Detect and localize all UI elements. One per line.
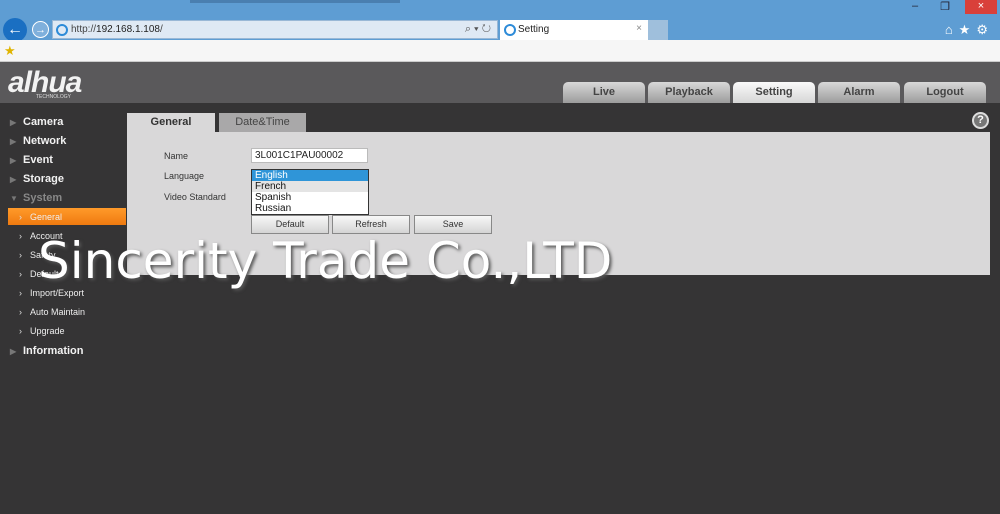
language-option-russian[interactable]: Russian xyxy=(252,203,368,214)
language-option-spanish[interactable]: Spanish xyxy=(252,192,368,203)
sidebar-item-camera[interactable]: ▶ Camera xyxy=(10,116,64,128)
language-option-english[interactable]: English xyxy=(252,170,368,181)
name-label: Name xyxy=(164,151,189,161)
expand-icon: ▶ xyxy=(10,156,17,165)
label: Camera xyxy=(23,116,64,128)
forward-button[interactable]: → xyxy=(32,21,49,38)
tab-live[interactable]: Live xyxy=(563,82,645,103)
logo-subtitle: TECHNOLOGY xyxy=(36,94,72,100)
tab-setting[interactable]: Setting xyxy=(733,82,815,103)
expand-icon: ▶ xyxy=(10,347,17,356)
minimize-button[interactable]: – xyxy=(905,0,925,14)
chevron-right-icon: › xyxy=(19,269,22,279)
url-host: 192.168.1.108 xyxy=(96,24,160,35)
expand-icon: ▶ xyxy=(10,118,17,127)
label: Auto Maintain xyxy=(30,307,86,317)
tab-general[interactable]: General xyxy=(127,113,215,132)
chevron-right-icon: › xyxy=(19,307,22,317)
label: Storage xyxy=(23,173,64,185)
label: System xyxy=(23,192,63,204)
expand-icon: ▶ xyxy=(10,175,17,184)
url-suffix: / xyxy=(159,24,163,35)
active-highlight xyxy=(8,208,126,225)
sidebar-item-storage[interactable]: ▶ Storage xyxy=(10,173,64,185)
chevron-right-icon: › xyxy=(19,288,22,298)
add-favorite-icon[interactable]: ★ xyxy=(4,43,16,59)
sidebar-sub-auto-maintain[interactable]: › Auto Maintain xyxy=(19,307,86,317)
label: Information xyxy=(23,345,84,357)
tab-alarm[interactable]: Alarm xyxy=(818,82,900,103)
tab-date-time[interactable]: Date&Time xyxy=(219,113,306,132)
label: Upgrade xyxy=(30,326,65,336)
expand-icon: ▶ xyxy=(10,137,17,146)
url-prefix: http:// xyxy=(71,24,97,35)
sidebar-item-information[interactable]: ▶ Information xyxy=(10,345,84,357)
ie-icon xyxy=(56,24,68,36)
language-option-french[interactable]: French xyxy=(252,181,368,192)
sidebar-sub-general[interactable]: › General xyxy=(19,212,63,222)
search-refresh-icons[interactable]: ⌕ ▾ ↻ xyxy=(465,23,491,36)
tab-title: Setting xyxy=(518,24,550,35)
chevron-right-icon: › xyxy=(19,326,22,336)
ie-icon xyxy=(504,24,516,36)
home-favorites-gear-icons[interactable]: ⌂★⚙ xyxy=(945,22,994,38)
chevron-right-icon: › xyxy=(19,250,22,260)
browser-tab[interactable]: Setting × xyxy=(500,20,648,40)
new-tab-button[interactable] xyxy=(648,20,668,40)
label: Network xyxy=(23,135,67,147)
name-input[interactable]: 3L001C1PAU00002 xyxy=(251,148,368,163)
chevron-right-icon: › xyxy=(19,231,22,241)
video-standard-label: Video Standard xyxy=(164,192,226,202)
sidebar-item-system[interactable]: ▼ System xyxy=(10,192,63,204)
chevron-right-icon: › xyxy=(19,212,22,222)
address-bar[interactable]: http://192.168.1.108/ ⌕ ▾ ↻ xyxy=(52,20,498,39)
language-dropdown-list[interactable]: English French Spanish Russian xyxy=(251,169,369,215)
close-button[interactable]: × xyxy=(965,0,997,14)
tab-close-icon[interactable]: × xyxy=(636,23,642,34)
back-button[interactable]: ← xyxy=(3,18,27,42)
favorites-bar: ★ xyxy=(0,40,1000,62)
maximize-button[interactable]: ❐ xyxy=(935,0,955,14)
help-icon[interactable]: ? xyxy=(972,112,989,129)
sidebar-sub-upgrade[interactable]: › Upgrade xyxy=(19,326,65,336)
window-ghost xyxy=(190,0,400,3)
browser-titlebar: ← → http://192.168.1.108/ ⌕ ▾ ↻ Setting … xyxy=(0,0,1000,42)
sidebar-item-event[interactable]: ▶ Event xyxy=(10,154,53,166)
label: General xyxy=(30,212,63,222)
sidebar-item-network[interactable]: ▶ Network xyxy=(10,135,67,147)
language-label: Language xyxy=(164,171,205,181)
tab-logout[interactable]: Logout xyxy=(904,82,986,103)
tab-playback[interactable]: Playback xyxy=(648,82,730,103)
label: Event xyxy=(23,154,53,166)
watermark: Sincerity Trade Co.,LTD xyxy=(38,232,613,290)
collapse-icon: ▼ xyxy=(10,194,18,203)
